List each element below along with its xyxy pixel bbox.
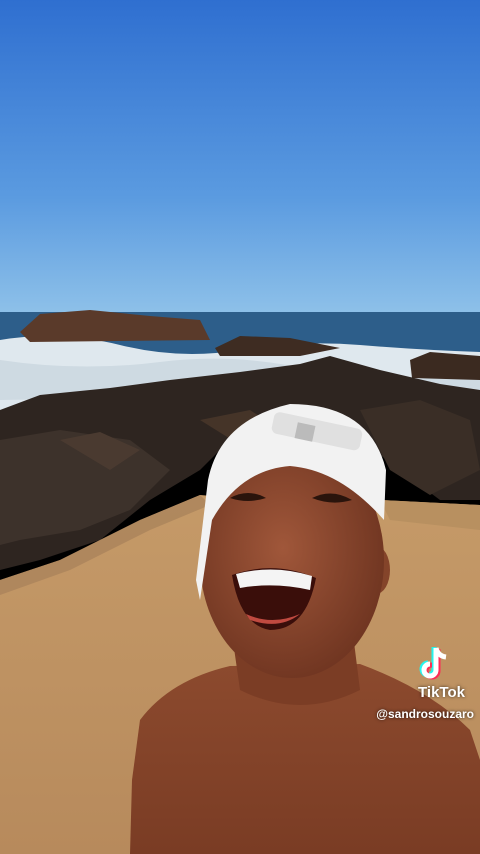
sky — [0, 0, 480, 330]
tiktok-logo-icon — [419, 647, 447, 680]
beach-selfie-scene — [0, 0, 480, 854]
rock-right — [410, 352, 480, 380]
tiktok-brand-label: TikTok — [418, 684, 465, 701]
tiktok-watermark: TikTok @sandrosouzaro — [324, 644, 474, 721]
tiktok-username: @sandrosouzaro — [376, 707, 474, 721]
